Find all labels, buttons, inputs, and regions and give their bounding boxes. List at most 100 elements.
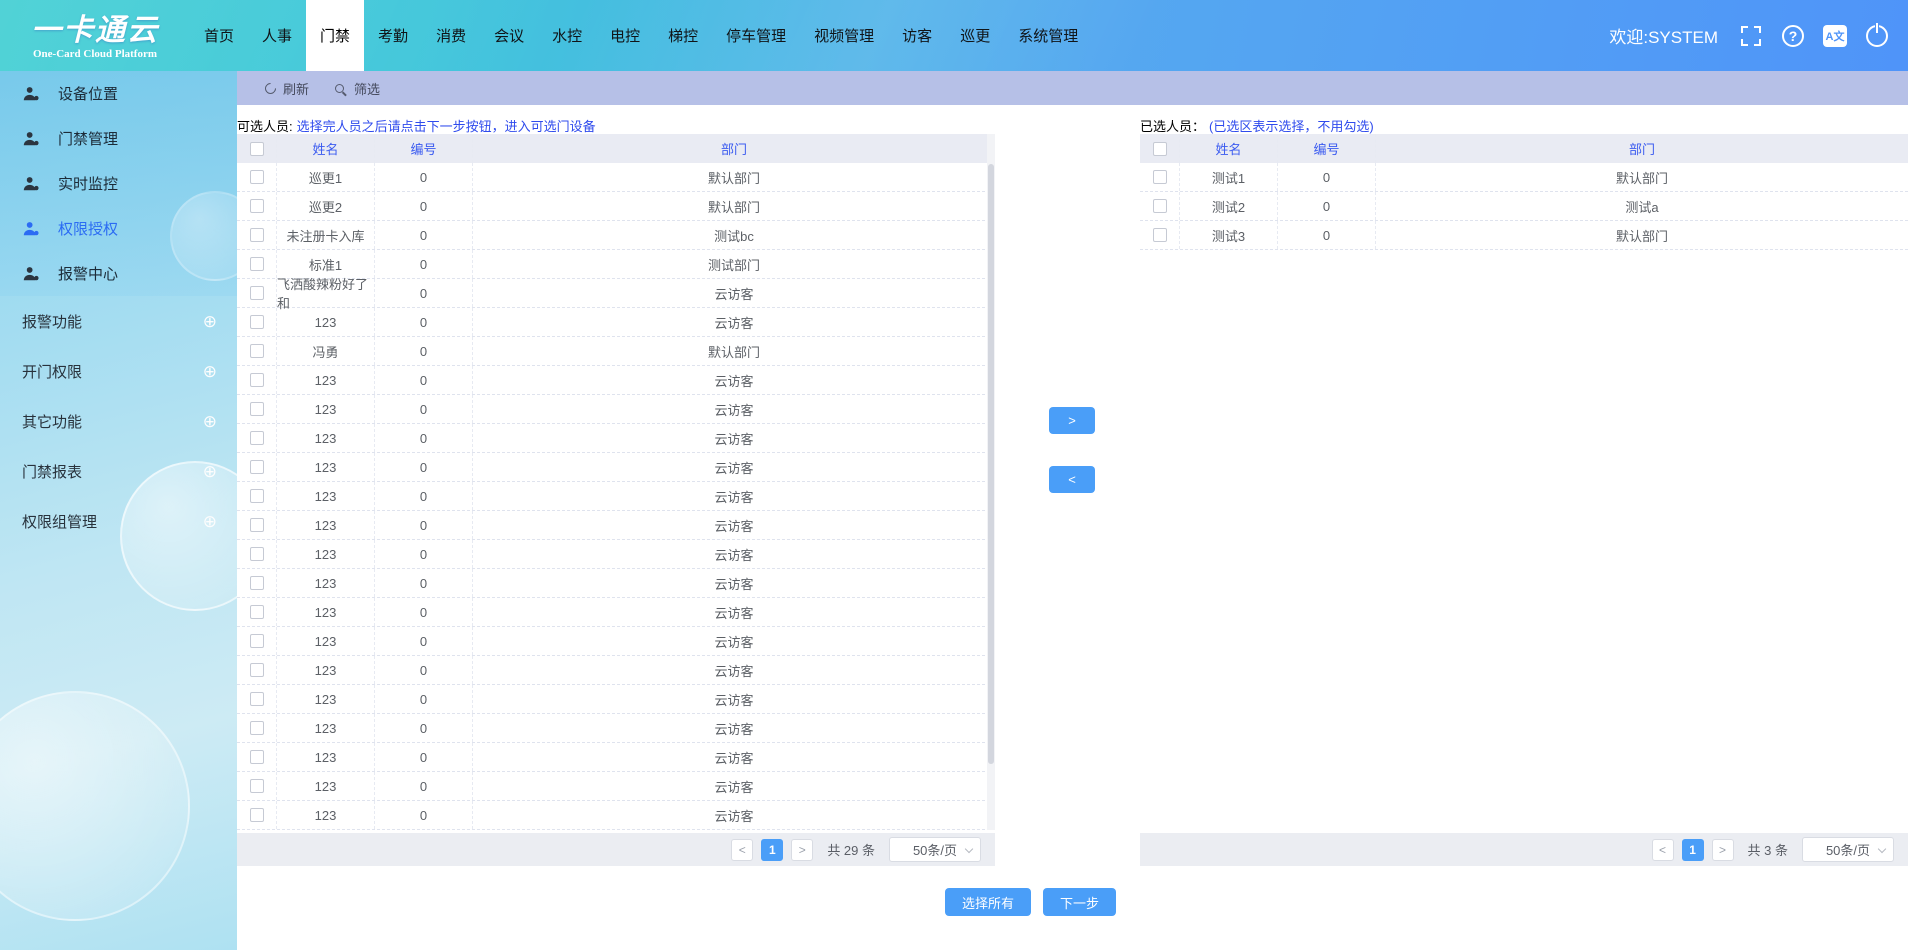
row-checkbox[interactable] [250, 402, 264, 416]
table-scrollbar[interactable] [987, 134, 995, 830]
table-row[interactable]: 巡更2 0 默认部门 [237, 192, 995, 221]
row-checkbox[interactable] [250, 692, 264, 706]
page-size-select[interactable]: 50条/页 [1802, 837, 1894, 862]
expand-plus-icon[interactable]: ⊕ [203, 463, 217, 480]
row-checkbox[interactable] [250, 808, 264, 822]
table-row[interactable]: 测试2 0 测试a [1140, 192, 1908, 221]
sidebar-menu-item[interactable]: 报警中心 [0, 251, 237, 296]
row-checkbox[interactable] [250, 344, 264, 358]
row-checkbox[interactable] [250, 257, 264, 271]
nav-item[interactable]: 访客 [888, 0, 946, 71]
expand-plus-icon[interactable]: ⊕ [203, 313, 217, 330]
current-page[interactable]: 1 [1682, 839, 1704, 861]
prev-page-button[interactable]: < [731, 839, 753, 861]
table-row[interactable]: 123 0 云访客 [237, 656, 995, 685]
row-checkbox[interactable] [250, 489, 264, 503]
sidebar-menu-item[interactable]: 门禁管理 [0, 116, 237, 161]
sidebar-group-item[interactable]: 门禁报表 ⊕ [0, 446, 237, 496]
nav-item[interactable]: 巡更 [946, 0, 1004, 71]
table-row[interactable]: 123 0 云访客 [237, 540, 995, 569]
nav-item[interactable]: 首页 [190, 0, 248, 71]
row-checkbox[interactable] [250, 286, 264, 300]
select-all-checkbox[interactable] [250, 142, 264, 156]
row-checkbox[interactable] [250, 547, 264, 561]
scrollbar-thumb[interactable] [988, 164, 994, 764]
row-checkbox[interactable] [1153, 170, 1167, 184]
refresh-button[interactable]: 刷新 [265, 79, 309, 98]
fullscreen-icon[interactable] [1738, 23, 1764, 49]
table-row[interactable]: 123 0 云访客 [237, 569, 995, 598]
table-row[interactable]: 飞洒酸辣粉好了和 0 云访客 [237, 279, 995, 308]
nav-item[interactable]: 门禁 [306, 0, 364, 71]
table-row[interactable]: 测试3 0 默认部门 [1140, 221, 1908, 250]
row-checkbox[interactable] [250, 518, 264, 532]
table-row[interactable]: 123 0 云访客 [237, 511, 995, 540]
row-checkbox[interactable] [250, 750, 264, 764]
table-row[interactable]: 123 0 云访客 [237, 366, 995, 395]
row-checkbox[interactable] [250, 315, 264, 329]
nav-item[interactable]: 水控 [538, 0, 596, 71]
table-row[interactable]: 123 0 云访客 [237, 801, 995, 830]
table-row[interactable]: 123 0 云访客 [237, 685, 995, 714]
next-page-button[interactable]: > [791, 839, 813, 861]
sidebar-menu-item[interactable]: 设备位置 [0, 71, 237, 116]
nav-item[interactable]: 系统管理 [1004, 0, 1092, 71]
nav-item[interactable]: 会议 [480, 0, 538, 71]
table-row[interactable]: 123 0 云访客 [237, 772, 995, 801]
nav-item[interactable]: 人事 [248, 0, 306, 71]
row-checkbox[interactable] [250, 605, 264, 619]
sidebar-group-item[interactable]: 其它功能 ⊕ [0, 396, 237, 446]
nav-item[interactable]: 视频管理 [800, 0, 888, 71]
row-checkbox[interactable] [250, 431, 264, 445]
table-row[interactable]: 123 0 云访客 [237, 627, 995, 656]
select-all-checkbox[interactable] [1153, 142, 1167, 156]
table-row[interactable]: 巡更1 0 默认部门 [237, 163, 995, 192]
row-checkbox[interactable] [250, 373, 264, 387]
move-right-button[interactable]: > [1049, 407, 1095, 434]
sidebar-group-item[interactable]: 开门权限 ⊕ [0, 346, 237, 396]
current-page[interactable]: 1 [761, 839, 783, 861]
expand-plus-icon[interactable]: ⊕ [203, 413, 217, 430]
row-checkbox[interactable] [250, 460, 264, 474]
table-row[interactable]: 冯勇 0 默认部门 [237, 337, 995, 366]
row-checkbox[interactable] [250, 663, 264, 677]
nav-item[interactable]: 消费 [422, 0, 480, 71]
nav-item[interactable]: 停车管理 [712, 0, 800, 71]
table-row[interactable]: 未注册卡入库 0 测试bc [237, 221, 995, 250]
row-checkbox[interactable] [250, 228, 264, 242]
table-row[interactable]: 123 0 云访客 [237, 714, 995, 743]
row-checkbox[interactable] [250, 721, 264, 735]
table-row[interactable]: 123 0 云访客 [237, 395, 995, 424]
filter-button[interactable]: 筛选 [335, 79, 380, 98]
row-checkbox[interactable] [250, 170, 264, 184]
sidebar-menu-item[interactable]: 实时监控 [0, 161, 237, 206]
next-step-button[interactable]: 下一步 [1043, 888, 1116, 916]
nav-item[interactable]: 梯控 [654, 0, 712, 71]
sidebar-group-item[interactable]: 权限组管理 ⊕ [0, 496, 237, 546]
row-checkbox[interactable] [250, 779, 264, 793]
next-page-button[interactable]: > [1712, 839, 1734, 861]
expand-plus-icon[interactable]: ⊕ [203, 363, 217, 380]
move-left-button[interactable]: < [1049, 466, 1095, 493]
page-size-select[interactable]: 50条/页 [889, 837, 981, 862]
row-checkbox[interactable] [1153, 199, 1167, 213]
table-row[interactable]: 123 0 云访客 [237, 482, 995, 511]
prev-page-button[interactable]: < [1652, 839, 1674, 861]
language-icon[interactable]: A文 [1822, 23, 1848, 49]
expand-plus-icon[interactable]: ⊕ [203, 513, 217, 530]
row-checkbox[interactable] [250, 199, 264, 213]
row-checkbox[interactable] [250, 634, 264, 648]
table-row[interactable]: 123 0 云访客 [237, 424, 995, 453]
row-checkbox[interactable] [1153, 228, 1167, 242]
nav-item[interactable]: 考勤 [364, 0, 422, 71]
power-icon[interactable] [1864, 23, 1890, 49]
table-row[interactable]: 测试1 0 默认部门 [1140, 163, 1908, 192]
help-icon[interactable]: ? [1780, 23, 1806, 49]
row-checkbox[interactable] [250, 576, 264, 590]
sidebar-group-item[interactable]: 报警功能 ⊕ [0, 296, 237, 346]
table-row[interactable]: 123 0 云访客 [237, 598, 995, 627]
sidebar-menu-item[interactable]: 权限授权 [0, 206, 237, 251]
select-all-button[interactable]: 选择所有 [945, 888, 1031, 916]
nav-item[interactable]: 电控 [596, 0, 654, 71]
table-row[interactable]: 123 0 云访客 [237, 308, 995, 337]
